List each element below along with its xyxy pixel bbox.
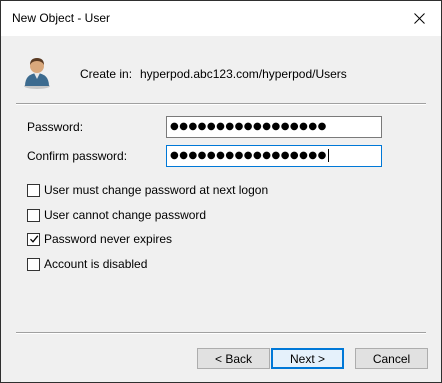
back-button[interactable]: < Back: [197, 348, 270, 369]
checkbox[interactable]: [27, 208, 40, 222]
dialog-window: New Object - User Create in: hyperpod.ab…: [0, 0, 442, 383]
dialog-content: Create in: hyperpod.abc123.com/hyperpod/…: [1, 36, 441, 382]
confirm-password-value: ●●●●●●●●●●●●●●●●●: [170, 150, 327, 161]
confirm-password-label: Confirm password:: [27, 149, 128, 163]
create-in-label: Create in:: [80, 67, 133, 81]
confirm-password-field[interactable]: ●●●●●●●●●●●●●●●●●: [166, 145, 382, 167]
close-button[interactable]: [397, 1, 441, 36]
option-label: Account is disabled: [44, 257, 148, 271]
password-field[interactable]: ●●●●●●●●●●●●●●●●●: [166, 116, 382, 138]
option-label: User cannot change password: [44, 208, 207, 222]
cancel-button[interactable]: Cancel: [355, 348, 428, 369]
divider-top: [16, 103, 426, 105]
checkbox[interactable]: [27, 183, 40, 197]
option-label: Password never expires: [44, 232, 173, 246]
next-button[interactable]: Next >: [271, 348, 344, 369]
divider-bottom: [16, 332, 426, 334]
user-icon: [24, 58, 50, 89]
window-title: New Object - User: [12, 11, 111, 25]
option-must-change-password[interactable]: User must change password at next logon: [27, 183, 268, 197]
close-icon: [413, 13, 425, 24]
option-password-never-expires[interactable]: Password never expires: [27, 232, 172, 246]
option-cannot-change-password[interactable]: User cannot change password: [27, 208, 206, 222]
option-label: User must change password at next logon: [44, 183, 269, 197]
text-caret: [327, 148, 329, 162]
option-account-disabled[interactable]: Account is disabled: [27, 257, 147, 271]
password-value: ●●●●●●●●●●●●●●●●●: [170, 121, 327, 132]
checkbox[interactable]: [27, 232, 40, 246]
password-label: Password:: [27, 120, 84, 134]
checkmark-icon: [29, 235, 38, 243]
checkbox[interactable]: [27, 257, 40, 271]
create-in-path: hyperpod.abc123.com/hyperpod/Users: [140, 67, 347, 81]
title-bar: New Object - User: [1, 1, 441, 36]
